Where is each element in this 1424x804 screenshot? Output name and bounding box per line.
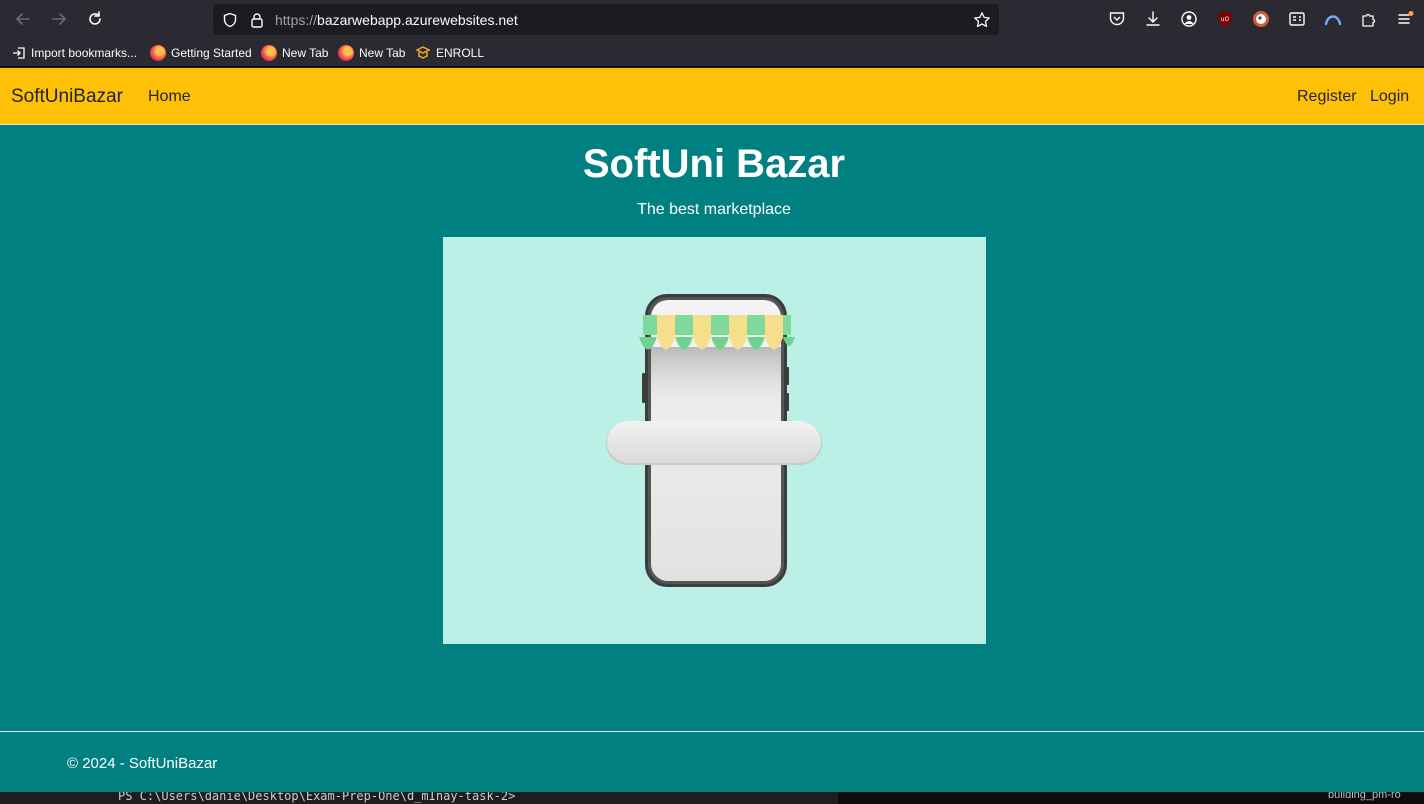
bookmark-label: New Tab: [282, 46, 329, 60]
reload-icon[interactable]: [84, 8, 106, 30]
bookmark-label: Getting Started: [171, 46, 252, 60]
forward-arrow-icon[interactable]: [48, 8, 70, 30]
shield-icon[interactable]: [221, 11, 239, 29]
reader-view-icon[interactable]: [1288, 10, 1306, 28]
bookmark-star-icon[interactable]: [973, 11, 991, 29]
back-arrow-icon[interactable]: [12, 8, 34, 30]
vpn-icon[interactable]: [1324, 10, 1342, 28]
bookmark-label: New Tab: [359, 46, 406, 60]
duckduckgo-icon[interactable]: [1252, 10, 1270, 28]
bookmark-import[interactable]: Import bookmarks...: [12, 44, 137, 62]
firefox-icon: [338, 45, 354, 61]
phone-shop-illustration: [606, 294, 822, 587]
svg-text:uO: uO: [1221, 16, 1230, 23]
page-content: SoftUniBazar Home Register Login SoftUni…: [0, 68, 1424, 792]
url-scheme: https://: [275, 12, 318, 28]
bookmark-getting-started[interactable]: Getting Started: [150, 44, 252, 62]
nav-home-link[interactable]: Home: [148, 88, 191, 106]
downloads-icon[interactable]: [1144, 10, 1162, 28]
firefox-icon: [150, 45, 166, 61]
bookmark-new-tab[interactable]: New Tab: [261, 44, 328, 62]
page-title: SoftUni Bazar: [582, 142, 846, 186]
url-host: bazarwebapp.azurewebsites.net: [317, 12, 518, 28]
bookmark-new-tab-2[interactable]: New Tab: [338, 44, 405, 62]
account-icon[interactable]: [1180, 10, 1198, 28]
extensions-icon[interactable]: [1360, 10, 1378, 28]
enroll-icon: [415, 45, 431, 61]
desktop-file-label: building_pm-ro: [1328, 792, 1401, 801]
background-desktop: building_pm-ro: [838, 792, 1424, 804]
terminal-prompt: PS C:\Users\danie\Desktop\Exam-Prep-One\…: [118, 792, 516, 803]
url-text: https://bazarwebapp.azurewebsites.net: [275, 12, 518, 28]
browser-toolbar: https://bazarwebapp.azurewebsites.net uO: [0, 0, 1424, 38]
site-footer: © 2024 - SoftUniBazar: [0, 731, 1424, 792]
pocket-icon[interactable]: [1108, 10, 1126, 28]
bookmark-label: ENROLL: [436, 46, 485, 60]
brand-link[interactable]: SoftUniBazar: [11, 86, 123, 108]
footer-copyright: © 2024 - SoftUniBazar: [67, 755, 218, 772]
page-subtitle: The best marketplace: [637, 201, 791, 218]
bookmarks-bar: Import bookmarks... Getting Started New …: [0, 38, 1424, 67]
lock-icon[interactable]: [248, 11, 266, 29]
hero-image: [443, 237, 986, 644]
background-terminal: PS C:\Users\danie\Desktop\Exam-Prep-One\…: [0, 792, 838, 804]
import-icon: [12, 46, 26, 60]
menu-icon[interactable]: [1396, 10, 1414, 28]
nav-login-link[interactable]: Login: [1370, 88, 1409, 106]
ublock-icon[interactable]: uO: [1216, 10, 1234, 28]
bookmark-enroll[interactable]: ENROLL: [415, 44, 484, 62]
url-bar[interactable]: https://bazarwebapp.azurewebsites.net: [213, 4, 999, 35]
site-navbar: SoftUniBazar Home Register Login: [0, 68, 1424, 125]
bookmark-label: Import bookmarks...: [31, 46, 138, 60]
firefox-icon: [261, 45, 277, 61]
nav-register-link[interactable]: Register: [1297, 88, 1357, 106]
